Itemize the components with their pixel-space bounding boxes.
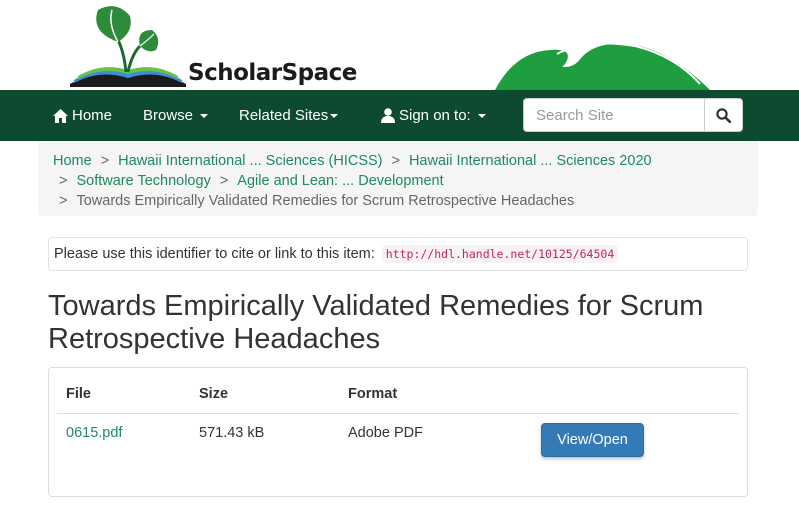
header-wave-decoration — [495, 42, 710, 90]
breadcrumb-current-item: Towards Empirically Validated Remedies f… — [76, 193, 575, 209]
home-icon — [53, 108, 68, 123]
file-size: 571.43 kB — [199, 425, 265, 442]
nav-browse-dropdown[interactable]: Browse — [143, 90, 209, 141]
breadcrumb-row: > Towards Empirically Validated Remedies … — [53, 191, 743, 211]
nav-home[interactable]: Home — [53, 90, 112, 141]
search-button[interactable] — [704, 98, 743, 132]
main-navbar: Home Browse Related Sites Sign on to: — [0, 90, 799, 141]
search-icon — [716, 107, 731, 123]
nav-home-label: Home — [72, 107, 113, 124]
column-header-file: File — [57, 376, 190, 414]
identifier-label: Please use this identifier to cite or li… — [54, 246, 375, 262]
search-form — [523, 98, 743, 132]
breadcrumb: Home > Hawaii International ... Sciences (… — [38, 141, 758, 216]
breadcrumb-separator: > — [219, 173, 229, 189]
breadcrumb-agile-lean-link[interactable]: Agile and Lean: ... Development — [237, 173, 443, 189]
column-header-format: Format — [339, 376, 532, 414]
file-format: Adobe PDF — [348, 425, 423, 442]
column-header-action — [532, 376, 739, 414]
site-header: ScholarSpace — [0, 0, 799, 90]
search-input[interactable] — [523, 98, 704, 132]
breadcrumb-separator: > — [59, 173, 68, 189]
breadcrumb-hicss-link[interactable]: Hawaii International ... Sciences (HICSS… — [118, 153, 382, 169]
nav-sign-on-label: Sign on to: — [399, 107, 471, 124]
identifier-well: Please use this identifier to cite or li… — [48, 237, 748, 271]
breadcrumb-row: Home > Hawaii International ... Sciences (… — [53, 151, 743, 171]
identifier-url[interactable]: http://hdl.handle.net/10125/64504 — [381, 245, 619, 263]
breadcrumb-separator: > — [391, 153, 400, 169]
breadcrumb-separator: > — [100, 153, 110, 169]
files-table: File Size Format 0615.pdf 571.43 kB Adob… — [57, 376, 739, 458]
files-panel: File Size Format 0615.pdf 571.43 kB Adob… — [48, 367, 748, 497]
breadcrumb-separator: > — [59, 193, 68, 209]
breadcrumb-software-technology-link[interactable]: Software Technology — [76, 173, 210, 189]
caret-down-icon — [200, 113, 209, 118]
breadcrumb-hicss-2020-link[interactable]: Hawaii International ... Sciences 2020 — [409, 153, 652, 169]
site-name[interactable]: ScholarSpace — [188, 60, 357, 86]
nav-related-sites-label: Related Sites — [239, 107, 329, 124]
nav-related-sites-dropdown[interactable]: Related Sites — [239, 90, 339, 141]
view-open-button[interactable]: View/Open — [541, 423, 644, 458]
files-table-header-row: File Size Format — [57, 376, 739, 414]
nav-sign-on-dropdown[interactable]: Sign on to: — [381, 90, 486, 141]
breadcrumb-home-link[interactable]: Home — [53, 153, 92, 169]
item-title: Towards Empirically Validated Remedies f… — [48, 290, 704, 355]
caret-down-icon — [330, 113, 339, 118]
caret-down-icon — [477, 113, 486, 118]
column-header-size: Size — [190, 376, 339, 414]
scholarspace-logo-icon[interactable] — [68, 2, 188, 88]
user-icon — [381, 108, 395, 123]
breadcrumb-row: > Software Technology > Agile and Lean: ...… — [53, 171, 743, 191]
file-link[interactable]: 0615.pdf — [66, 425, 122, 441]
nav-browse-label: Browse — [143, 107, 194, 124]
table-row: 0615.pdf 571.43 kB Adobe PDF View/Open — [57, 413, 739, 458]
